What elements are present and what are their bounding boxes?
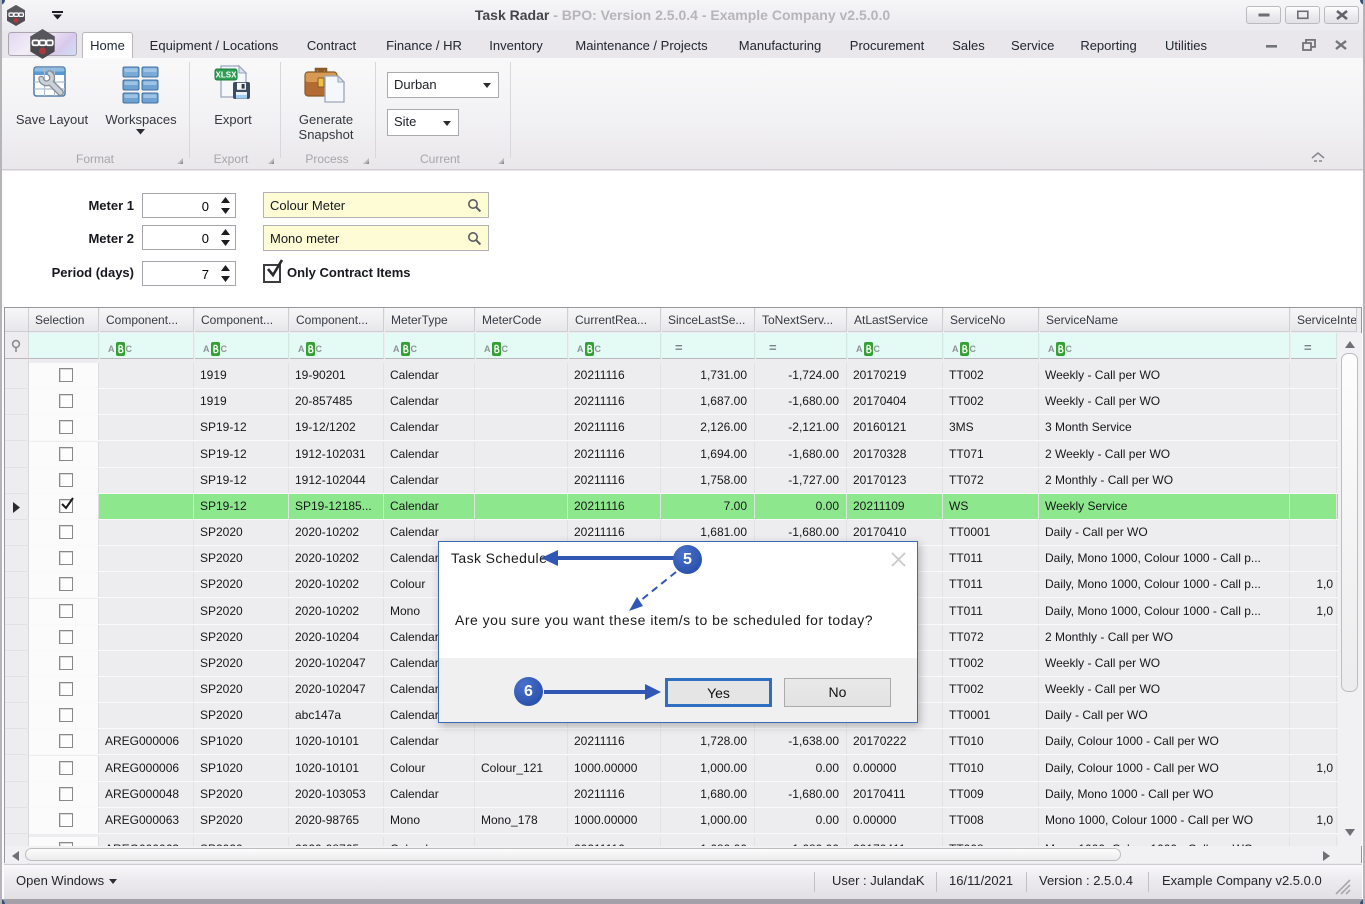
svg-text:XLSX: XLSX (216, 71, 238, 80)
